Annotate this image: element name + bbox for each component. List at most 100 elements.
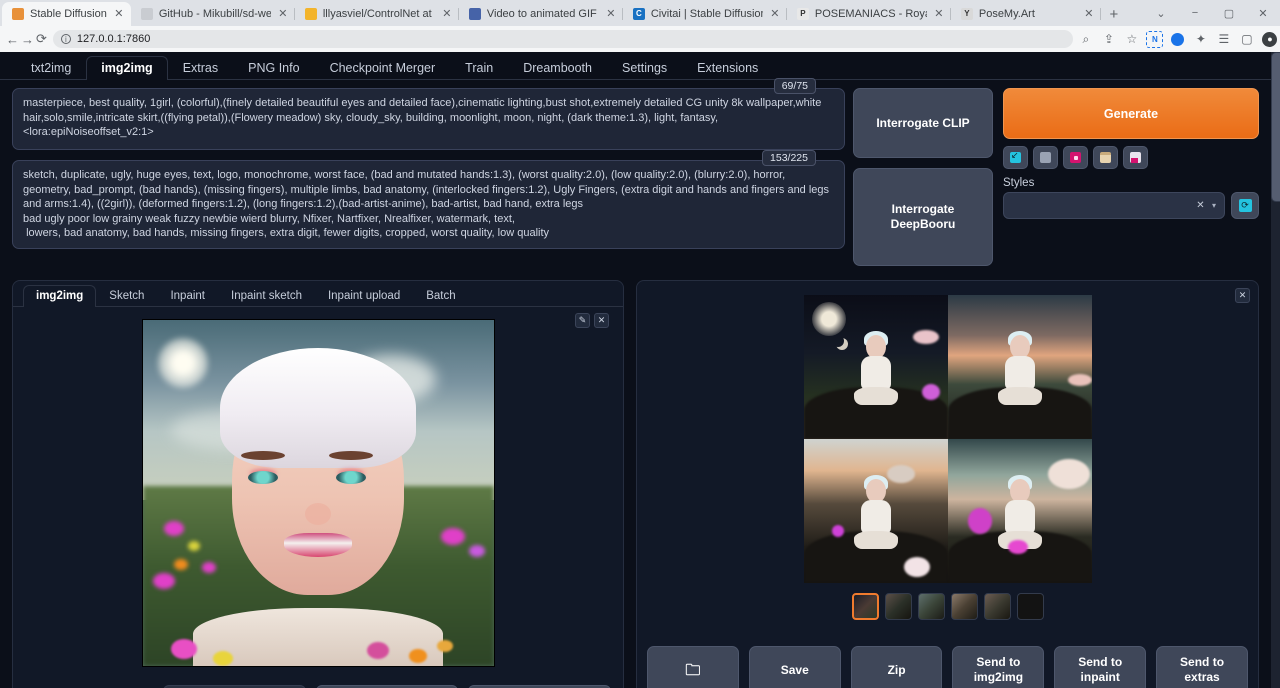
generated-image-4[interactable] (948, 439, 1092, 583)
browser-tab-6[interactable]: Y PoseMy.Art ✕ (951, 2, 1101, 26)
profile-avatar[interactable]: ● (1259, 28, 1280, 50)
close-icon[interactable]: ✕ (441, 8, 453, 20)
side-panel-icon[interactable]: ▢ (1236, 28, 1258, 50)
remove-image-icon[interactable]: ✕ (594, 313, 609, 328)
positive-token-counter: 69/75 (774, 78, 816, 94)
tab-img2img-mode[interactable]: img2img (23, 285, 96, 307)
browser-tab-1[interactable]: GitHub - Mikubill/sd-webui-con ✕ (131, 2, 295, 26)
window-minimize-icon[interactable]: − (1178, 0, 1212, 26)
reading-list-icon[interactable]: ☰ (1213, 28, 1235, 50)
generated-image-1[interactable] (804, 295, 948, 439)
tab-checkpoint-merger[interactable]: Checkpoint Merger (315, 56, 451, 80)
gallery-thumbnail[interactable] (951, 593, 978, 620)
positive-prompt-input[interactable]: masterpiece, best quality, 1girl, (color… (23, 96, 834, 140)
new-tab-button[interactable]: + (1101, 2, 1127, 26)
tab-inpaint-sketch[interactable]: Inpaint sketch (218, 285, 315, 307)
page-scrollbar[interactable] (1271, 52, 1280, 688)
bookmark-star-icon[interactable]: ☆ (1121, 28, 1143, 50)
browser-tab-label: PoseMy.Art (979, 8, 1077, 20)
tab-extras[interactable]: Extras (168, 56, 233, 80)
address-bar[interactable]: i 127.0.0.1:7860 (53, 30, 1073, 48)
chevron-down-icon[interactable]: ▾ (1212, 201, 1216, 210)
browser-tab-3[interactable]: Video to animated GIF converter ✕ (459, 2, 623, 26)
blue-extension-icon[interactable] (1167, 28, 1189, 50)
tab-dreambooth[interactable]: Dreambooth (508, 56, 607, 80)
gallery-thumbnail[interactable] (918, 593, 945, 620)
browser-tab-label: GitHub - Mikubill/sd-webui-con (159, 8, 271, 20)
open-folder-button[interactable]: 🗀 (647, 646, 739, 688)
clipboard-paste-icon[interactable] (1093, 146, 1118, 169)
generated-image-3[interactable] (804, 439, 948, 583)
gallery-thumbnail[interactable] (852, 593, 879, 620)
clear-styles-icon[interactable]: ✕ (1194, 199, 1207, 212)
edit-image-icon[interactable]: ✎ (575, 313, 590, 328)
img2img-mode-tabs: img2img Sketch Inpaint Inpaint sketch In… (13, 281, 623, 307)
window-more-icon[interactable]: ⌄ (1144, 0, 1178, 26)
interrogate-clip-button[interactable]: Interrogate CLIP (853, 88, 993, 158)
close-icon[interactable]: ✕ (933, 8, 945, 20)
save-button[interactable]: Save (749, 646, 841, 688)
tab-png-info[interactable]: PNG Info (233, 56, 314, 80)
browser-tab-2[interactable]: lllyasviel/ControlNet at main ✕ (295, 2, 459, 26)
send-to-inpaint-button[interactable]: Send to inpaint (1054, 646, 1146, 688)
browser-toolbar: ← → ⟳ i 127.0.0.1:7860 ⌕ ⇪ ☆ N ✦ ☰ ▢ ● ⋮ (0, 26, 1280, 52)
notion-extension-icon[interactable]: N (1146, 31, 1163, 48)
paintbrush-extra-networks-icon[interactable] (1063, 146, 1088, 169)
browser-tab-4[interactable]: C Civitai | Stable Diffusion models ✕ (623, 2, 787, 26)
refresh-styles-button[interactable]: ⟳ (1231, 192, 1259, 219)
reload-icon[interactable]: ⟳ (36, 28, 47, 50)
tab-extensions[interactable]: Extensions (682, 56, 773, 80)
negative-token-counter: 153/225 (762, 150, 816, 166)
window-maximize-icon[interactable]: ▢ (1212, 0, 1246, 26)
puzzle-extensions-icon[interactable]: ✦ (1190, 28, 1212, 50)
tab-batch[interactable]: Batch (413, 285, 468, 307)
positive-prompt-box[interactable]: 69/75 masterpiece, best quality, 1girl, … (12, 88, 845, 150)
negative-prompt-input[interactable]: sketch, duplicate, ugly, huge eyes, text… (23, 168, 834, 241)
stable-diffusion-favicon (12, 8, 24, 20)
tab-inpaint-upload[interactable]: Inpaint upload (315, 285, 413, 307)
gallery-thumbnail[interactable] (885, 593, 912, 620)
share-icon[interactable]: ⇪ (1098, 28, 1120, 50)
forward-icon[interactable]: → (21, 28, 34, 50)
tab-sketch[interactable]: Sketch (96, 285, 157, 307)
browser-tab-label: POSEMANIACS - Royalty free 3 (815, 8, 927, 20)
generate-button[interactable]: Generate (1003, 88, 1259, 139)
source-image[interactable] (142, 319, 495, 667)
tab-txt2img[interactable]: txt2img (16, 56, 86, 80)
close-gallery-icon[interactable]: ✕ (1235, 288, 1250, 303)
styles-dropdown[interactable]: ✕ ▾ (1003, 192, 1225, 219)
gallery-thumbnail[interactable] (1017, 593, 1044, 620)
negative-prompt-box[interactable]: 153/225 sketch, duplicate, ugly, huge ey… (12, 160, 845, 249)
arrow-restore-icon[interactable] (1003, 146, 1028, 169)
browser-tab-0[interactable]: Stable Diffusion ✕ (2, 2, 131, 26)
close-icon[interactable]: ✕ (605, 8, 617, 20)
window-close-icon[interactable]: ✕ (1246, 0, 1280, 26)
send-to-extras-button[interactable]: Send to extras (1156, 646, 1248, 688)
scrollbar-thumb[interactable] (1271, 52, 1280, 202)
trash-clear-prompt-icon[interactable] (1033, 146, 1058, 169)
folder-icon: 🗀 (685, 663, 700, 678)
site-info-icon[interactable]: i (61, 34, 71, 44)
browser-tab-label: Stable Diffusion (30, 8, 107, 20)
close-icon[interactable]: ✕ (1083, 8, 1095, 20)
save-style-icon[interactable] (1123, 146, 1148, 169)
close-icon[interactable]: ✕ (277, 8, 289, 20)
github-favicon (141, 8, 153, 20)
generated-image-grid[interactable] (804, 295, 1092, 583)
close-icon[interactable]: ✕ (769, 8, 781, 20)
interrogate-deepbooru-button[interactable]: Interrogate DeepBooru (853, 168, 993, 266)
browser-tab-5[interactable]: P POSEMANIACS - Royalty free 3 ✕ (787, 2, 951, 26)
zoom-icon[interactable]: ⌕ (1075, 28, 1097, 50)
gallery-thumbnail[interactable] (984, 593, 1011, 620)
tab-img2img[interactable]: img2img (86, 56, 167, 80)
close-icon[interactable]: ✕ (113, 8, 125, 20)
generated-image-2[interactable] (948, 295, 1092, 439)
tab-train[interactable]: Train (450, 56, 508, 80)
tab-settings[interactable]: Settings (607, 56, 682, 80)
zip-button[interactable]: Zip (851, 646, 943, 688)
send-to-img2img-button[interactable]: Send to img2img (952, 646, 1044, 688)
tab-inpaint[interactable]: Inpaint (157, 285, 218, 307)
toolbar-right-icons: ⌕ ⇪ ☆ N ✦ ☰ ▢ ● ⋮ (1075, 28, 1280, 50)
back-icon[interactable]: ← (6, 28, 19, 50)
window-controls: ⌄ − ▢ ✕ (1144, 0, 1280, 26)
